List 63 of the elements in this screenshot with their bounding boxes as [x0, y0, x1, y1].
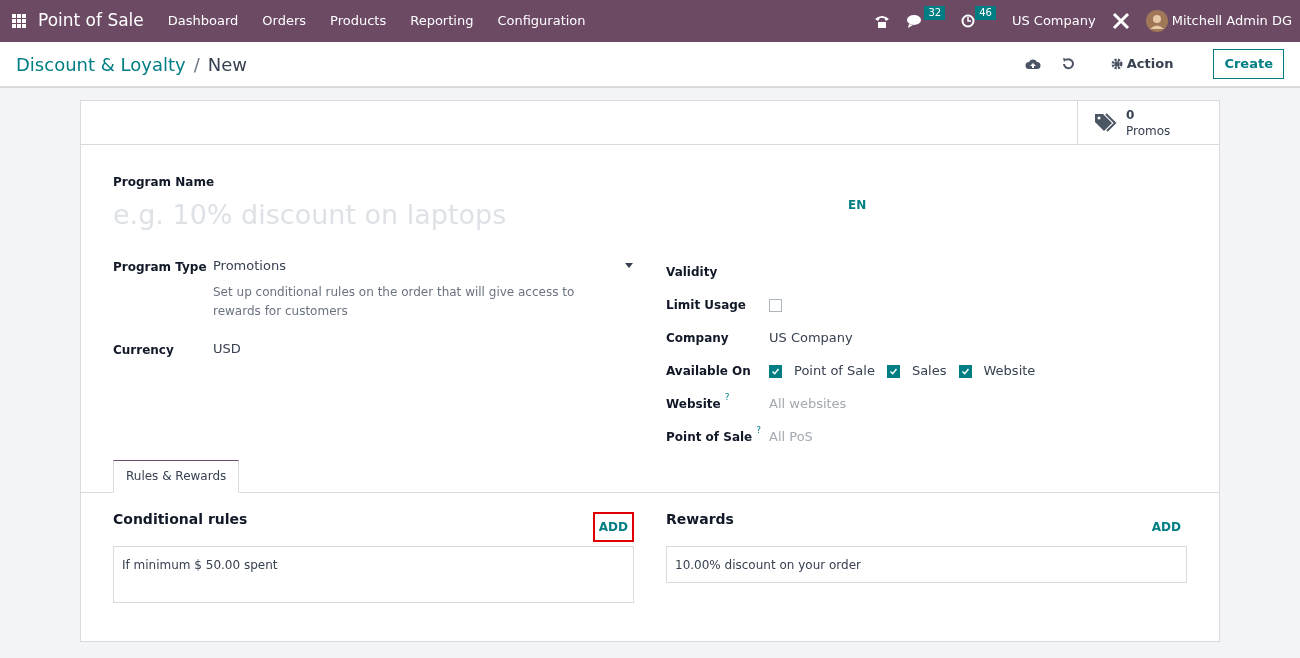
- company-switcher[interactable]: US Company: [1011, 11, 1096, 31]
- tools-icon[interactable]: [1111, 12, 1130, 30]
- many2many-field[interactable]: All websites: [769, 394, 969, 414]
- add-button[interactable]: ADD: [592, 511, 634, 542]
- field-label: Currency: [113, 342, 175, 359]
- checkbox-label: Sales: [911, 362, 947, 381]
- action-button[interactable]: Action: [1110, 54, 1174, 74]
- field-label: Available On: [666, 363, 752, 380]
- field-value: USD: [213, 340, 242, 358]
- promo-label: Promos: [1126, 122, 1171, 139]
- count-badge: 46: [975, 6, 996, 20]
- many2many-field[interactable]: All PoS: [769, 427, 969, 447]
- section-title: Conditional rules: [113, 509, 248, 529]
- checkbox[interactable]: [958, 364, 972, 378]
- checkbox[interactable]: [886, 364, 900, 378]
- help-tooltip[interactable]: ?: [724, 393, 730, 402]
- checkbox[interactable]: [769, 364, 782, 378]
- check-icon: [771, 366, 780, 376]
- help-tooltip[interactable]: ?: [756, 426, 762, 435]
- promo-count: 0: [1126, 106, 1136, 123]
- menu-item[interactable]: Dashboard: [155, 11, 251, 31]
- program-type-select[interactable]: Promotions: [213, 255, 633, 275]
- app-title[interactable]: Point of Sale: [38, 8, 144, 34]
- menu-item[interactable]: Configuration: [485, 11, 598, 31]
- list-row[interactable]: 10.00% discount on your order: [667, 546, 1186, 583]
- field-label: Program Name: [113, 174, 216, 191]
- help-text: Set up conditional rules on the order that will give access to rewards for customers: [213, 284, 576, 320]
- check-icon: [960, 366, 970, 376]
- breadcrumb-current: New: [207, 52, 247, 77]
- field-value: US Company: [769, 329, 853, 348]
- field-label: Limit Usage: [666, 297, 747, 314]
- menu-item[interactable]: Orders: [250, 11, 319, 31]
- user-name[interactable]: Mitchell Admin DG: [1171, 11, 1292, 31]
- field-label: Validity: [666, 264, 719, 281]
- clock-icon[interactable]: [961, 14, 976, 28]
- checkbox-label: Point of Sale: [794, 362, 875, 381]
- gear-icon: [1110, 58, 1123, 70]
- add-button[interactable]: ADD: [1145, 511, 1187, 542]
- undo-icon[interactable]: [1060, 57, 1075, 71]
- create-button[interactable]: Create: [1213, 49, 1284, 79]
- dropdown-caret-icon: [625, 262, 633, 268]
- cloud-upload-icon[interactable]: [1024, 58, 1041, 70]
- check-icon: [888, 366, 898, 376]
- section-title: Rewards: [666, 509, 734, 529]
- list-row[interactable]: If minimum $ 50.00 spent: [114, 546, 633, 583]
- checkbox[interactable]: [769, 298, 782, 312]
- menu-item[interactable]: Reporting: [398, 11, 486, 31]
- language-button[interactable]: EN: [848, 196, 867, 215]
- count-badge: 32: [924, 6, 946, 20]
- apps-menu-icon[interactable]: [12, 14, 26, 28]
- avatar-icon[interactable]: [1145, 10, 1168, 32]
- checkbox-label: Website: [983, 362, 1036, 381]
- tab[interactable]: Rules & Rewards: [113, 459, 240, 493]
- field-label: Company: [666, 330, 730, 347]
- field-label: Program Type: [113, 258, 208, 276]
- phone-icon[interactable]: [874, 14, 891, 28]
- breadcrumb-separator: /: [193, 52, 200, 77]
- field-label: Website: [666, 396, 721, 413]
- menu-item[interactable]: Products: [318, 11, 399, 31]
- field-label: Point of Sale: [666, 429, 753, 446]
- promos-smart-button[interactable]: 0 Promos: [1077, 101, 1219, 144]
- breadcrumb-link[interactable]: Discount & Loyalty: [16, 50, 186, 78]
- tags-icon: [1094, 111, 1118, 134]
